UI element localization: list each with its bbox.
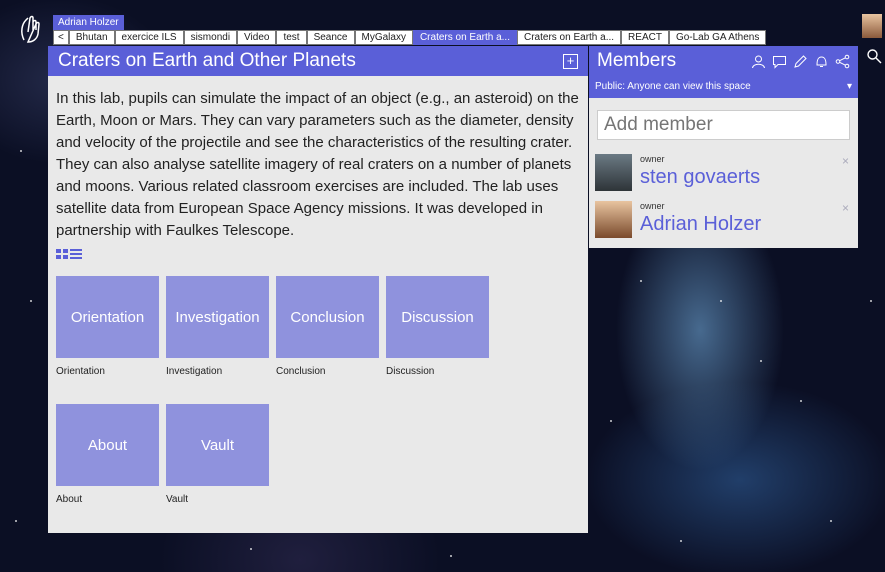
phase-tile[interactable]: Investigation	[166, 276, 269, 358]
visibility-label: Public: Anyone can view this space	[595, 81, 751, 92]
tabs-back-button[interactable]: <	[53, 30, 69, 45]
share-icon[interactable]	[835, 54, 850, 69]
tab-craters-2[interactable]: Craters on Earth a...	[517, 30, 622, 45]
user-avatar[interactable]	[862, 14, 882, 38]
hand-logo-icon[interactable]	[18, 14, 44, 44]
remove-member-button[interactable]: ×	[842, 201, 849, 215]
member-item: owner sten govaerts ×	[595, 154, 853, 194]
space-panel: Craters on Earth and Other Planets + In …	[48, 46, 588, 533]
phase-about[interactable]: About About	[56, 404, 159, 505]
pencil-icon[interactable]	[793, 54, 808, 69]
phase-investigation[interactable]: Investigation Investigation	[166, 276, 269, 377]
space-description: In this lab, pupils can simulate the imp…	[56, 90, 579, 239]
tab-video[interactable]: Video	[237, 30, 277, 45]
members-actions	[751, 54, 850, 69]
avatar	[595, 154, 632, 191]
bell-icon[interactable]	[814, 54, 829, 69]
person-icon[interactable]	[751, 54, 766, 69]
tab-sismondi[interactable]: sismondi	[183, 30, 238, 45]
member-name[interactable]: sten govaerts	[640, 166, 760, 189]
member-role: owner	[640, 154, 665, 164]
phase-tile[interactable]: Discussion	[386, 276, 489, 358]
visibility-select[interactable]: Public: Anyone can view this space ▾	[589, 76, 858, 98]
tab-mygalaxy[interactable]: MyGalaxy	[354, 30, 413, 45]
tab-go-lab-ga-athens[interactable]: Go-Lab GA Athens	[668, 30, 767, 45]
space-tabs: < Bhutan exercice ILS sismondi Video tes…	[53, 30, 767, 45]
search-icon[interactable]	[866, 48, 882, 64]
current-user-tag[interactable]: Adrian Holzer	[53, 15, 124, 30]
tab-test[interactable]: test	[276, 30, 307, 45]
phase-label: Conclusion	[276, 366, 326, 377]
view-toggle	[56, 249, 82, 259]
phase-label: About	[56, 494, 83, 505]
remove-member-button[interactable]: ×	[842, 154, 849, 168]
members-panel: Members Public: Anyone can view this spa…	[589, 46, 858, 248]
member-item: owner Adrian Holzer ×	[595, 201, 853, 241]
add-member-input[interactable]	[597, 110, 850, 140]
chevron-down-icon: ▾	[846, 81, 852, 92]
phase-label: Discussion	[386, 366, 435, 377]
tab-bhutan[interactable]: Bhutan	[68, 30, 115, 45]
tab-exercice-ils[interactable]: exercice ILS	[114, 30, 184, 45]
members-header: Members	[589, 46, 858, 76]
phase-tile[interactable]: Conclusion	[276, 276, 379, 358]
phase-label: Vault	[166, 494, 189, 505]
phase-label: Orientation	[56, 366, 105, 377]
phase-vault[interactable]: Vault Vault	[166, 404, 269, 505]
grid-view-icon[interactable]	[56, 249, 68, 259]
avatar	[595, 201, 632, 238]
phase-orientation[interactable]: Orientation Orientation	[56, 276, 159, 377]
space-header: Craters on Earth and Other Planets +	[48, 46, 588, 76]
chat-icon[interactable]	[772, 54, 787, 69]
phase-tile[interactable]: Orientation	[56, 276, 159, 358]
expand-button[interactable]: +	[563, 53, 578, 69]
list-view-icon[interactable]	[70, 249, 82, 259]
members-title: Members	[597, 50, 677, 71]
tab-seance[interactable]: Seance	[306, 30, 355, 45]
member-role: owner	[640, 201, 665, 211]
phase-tile[interactable]: Vault	[166, 404, 269, 486]
tab-react[interactable]: REACT	[621, 30, 669, 45]
tab-craters-active[interactable]: Craters on Earth a...	[412, 30, 517, 45]
page-title: Craters on Earth and Other Planets	[58, 50, 356, 71]
phase-tile[interactable]: About	[56, 404, 159, 486]
member-name[interactable]: Adrian Holzer	[640, 213, 761, 236]
phase-discussion[interactable]: Discussion Discussion	[386, 276, 489, 377]
phase-conclusion[interactable]: Conclusion Conclusion	[276, 276, 379, 377]
phase-label: Investigation	[166, 366, 223, 377]
